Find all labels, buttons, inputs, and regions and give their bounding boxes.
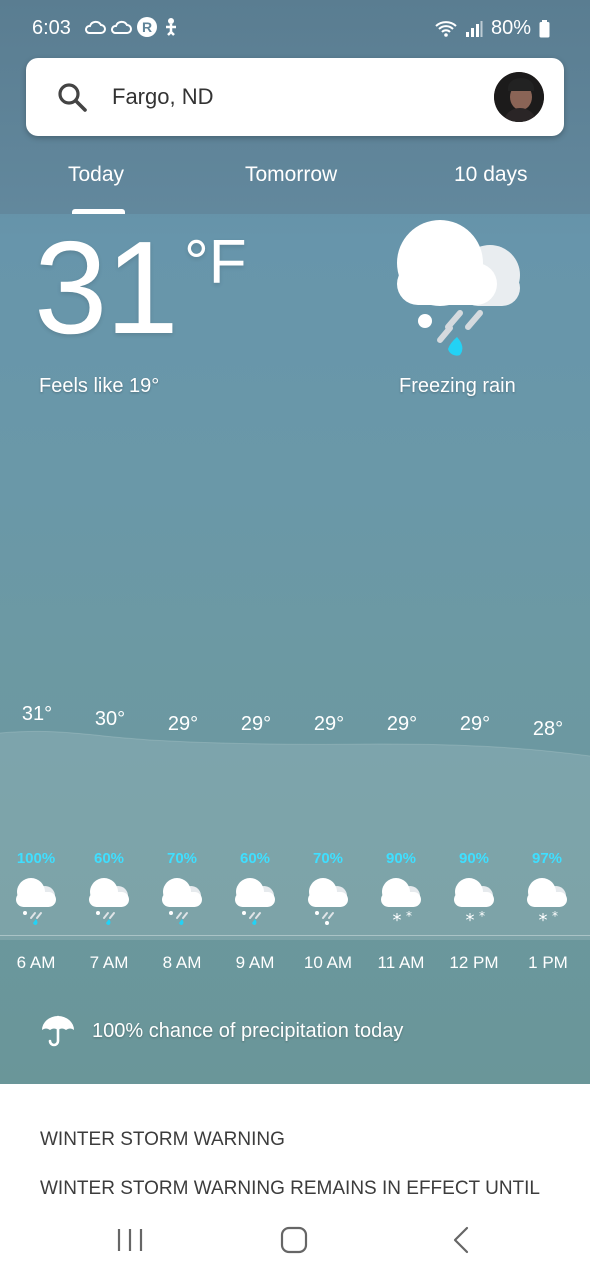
precipitation-summary: 100% chance of precipitation today [92,1020,404,1042]
avatar[interactable] [494,72,544,122]
precip-chance-12pm: 90% [458,850,490,867]
hour-label-10am: 10 AM [303,953,353,972]
freezing-rain-icon [235,878,275,926]
cloud-icon [111,20,132,34]
precip-chance-8am: 70% [166,850,198,867]
hour-label-11am: 11 AM [377,953,425,972]
back-icon[interactable] [448,1226,476,1254]
battery-icon [539,19,550,37]
precip-chance-1pm: 97% [531,850,563,867]
tab-today[interactable]: Today [68,163,124,187]
svg-text:*: * [479,909,485,923]
status-notification-icons: R [84,16,180,38]
hour-temp-9am: 29° [240,713,272,735]
system-navigation-bar [0,1206,590,1278]
accessibility-icon [166,18,176,36]
svg-text:R: R [142,19,152,35]
hour-temp-11am: 29° [386,713,418,735]
hour-temp-7am: 30° [94,708,126,730]
precip-chance-7am: 60% [93,850,125,867]
hour-label-12pm: 12 PM [449,953,499,972]
tab-tomorrow[interactable]: Tomorrow [245,163,337,187]
location-field[interactable]: Fargo, ND [112,84,213,110]
hour-temp-10am: 29° [313,713,345,735]
hour-temp-8am: 29° [167,713,199,735]
freezing-rain-icon [162,878,202,926]
hourly-divider [0,935,590,936]
precip-chance-10am: 70% [312,850,344,867]
freezing-rain-icon [16,878,56,926]
temperature-unit: °F [184,228,247,297]
r-app-icon: R [137,17,157,37]
battery-percent: 80% [490,17,531,39]
wifi-icon [435,20,457,37]
svg-text:*: * [552,909,558,923]
umbrella-icon [42,1015,74,1047]
svg-text:*: * [539,910,548,928]
svg-text:*: * [406,909,412,923]
profile-photo-icon [494,72,544,122]
cloud-icon [85,20,106,34]
current-temperature: 31 [34,214,179,361]
status-time: 6:03 [32,17,71,39]
freezing-rain-icon [89,878,129,926]
warning-body[interactable]: WINTER STORM WARNING REMAINS IN EFFECT U… [40,1178,540,1200]
search-icon[interactable] [56,81,88,113]
current-condition: Freezing rain [399,375,516,397]
svg-text:*: * [393,910,402,928]
hour-temp-12pm: 29° [459,713,491,735]
hour-label-8am: 8 AM [162,953,202,972]
status-system-icons: 80% [435,17,550,40]
recent-apps-icon[interactable] [116,1226,144,1254]
tab-10-days[interactable]: 10 days [454,163,528,187]
hour-label-9am: 9 AM [235,953,275,972]
freezing-rain-icon [397,220,520,356]
hour-label-7am: 7 AM [89,953,129,972]
svg-text:*: * [466,910,475,928]
hour-label-6am: 6 AM [16,953,56,972]
freezing-rain-icon [308,878,348,925]
precip-chance-9am: 60% [239,850,271,867]
hour-temp-1pm: 28° [532,718,564,740]
home-icon[interactable] [280,1226,308,1254]
feels-like: Feels like 19° [39,375,160,397]
hour-label-1pm: 1 PM [528,953,568,972]
precip-chance-6am: 100% [16,850,56,867]
precip-chance-11am: 90% [385,850,417,867]
signal-icon [465,20,483,37]
hour-temp-6am: 31° [21,703,53,725]
warning-title[interactable]: WINTER STORM WARNING [40,1129,285,1151]
snow-icon: * * [381,878,421,928]
snow-icon: * * [454,878,494,928]
snow-icon: * * [527,878,567,928]
search-bar[interactable]: Fargo, ND [26,58,564,136]
status-bar: 6:03 R 80% [0,14,590,44]
